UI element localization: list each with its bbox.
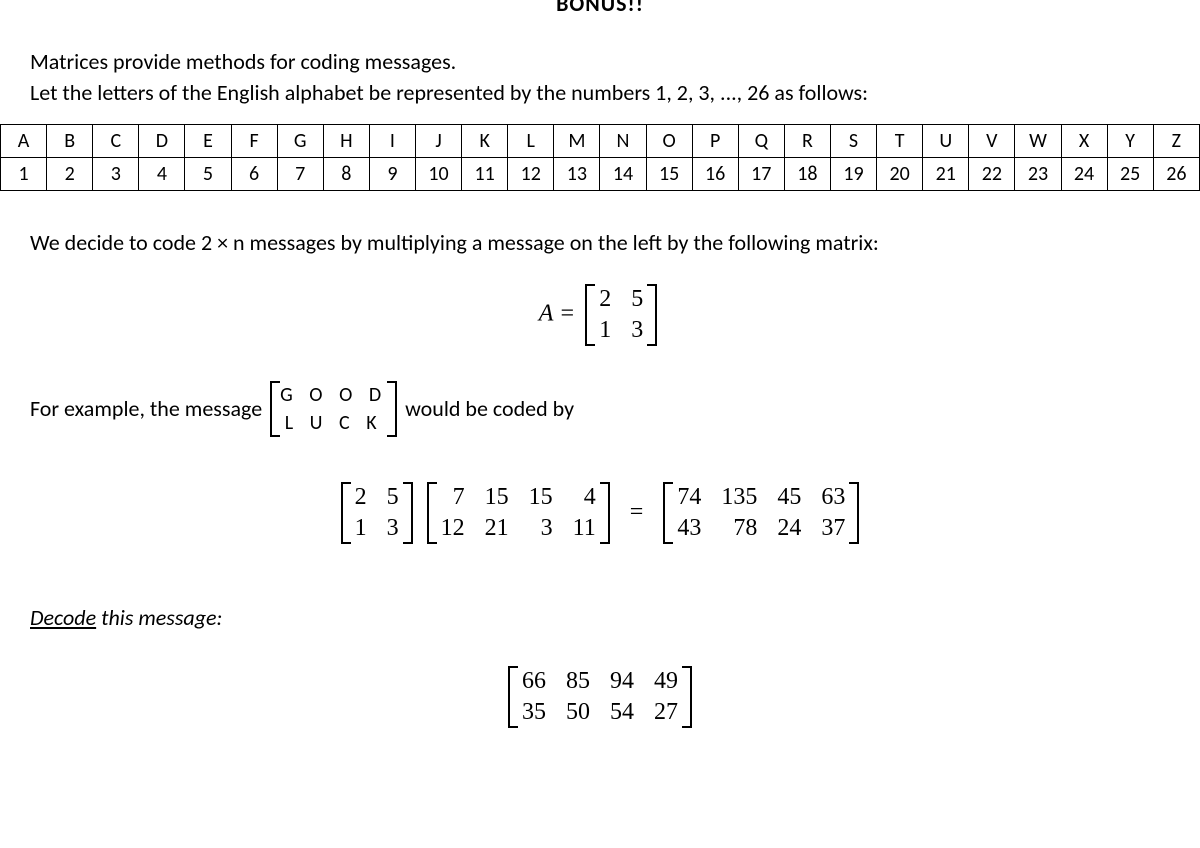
decode-word: Decode bbox=[30, 604, 96, 631]
word-matrix: G O O D L U C K bbox=[270, 381, 397, 437]
decode-rest: this message: bbox=[96, 604, 222, 631]
alphabet-letters-row: ABCDEFGHIJKLMNOPQRSTUVWXYZ bbox=[1, 124, 1200, 157]
example-suffix: would be coded by bbox=[405, 395, 574, 422]
matrix-a-label: A = bbox=[539, 300, 575, 326]
calc-matrix-a: 25 13 bbox=[341, 482, 413, 544]
intro-line1: Matrices provide methods for coding mess… bbox=[30, 47, 1200, 78]
calc-matrix-result: 741354563 43782437 bbox=[663, 482, 859, 544]
alphabet-table: ABCDEFGHIJKLMNOPQRSTUVWXYZ 1234567891011… bbox=[0, 124, 1200, 191]
alphabet-numbers-row: 1234567891011121314151617181920212223242… bbox=[1, 157, 1200, 190]
decode-matrix: 66859449 35505427 bbox=[508, 666, 692, 728]
encode-text: We decide to code 2 × n messages by mult… bbox=[30, 226, 1170, 259]
matrix-a: 25 13 bbox=[585, 284, 657, 346]
intro-line2: Let the letters of the English alphabet … bbox=[30, 78, 1200, 109]
intro-text: Matrices provide methods for coding mess… bbox=[30, 47, 1200, 109]
matrix-a-definition: A = 25 13 bbox=[0, 284, 1200, 346]
decode-matrix-block: 66859449 35505427 bbox=[0, 666, 1200, 728]
equals-sign: = bbox=[630, 499, 644, 526]
calculation-row: 25 13 715154 1221311 = 741354563 4378243… bbox=[0, 482, 1200, 544]
example-row: For example, the message G O O D L U C K… bbox=[30, 381, 1170, 437]
decode-prompt: Decode this message: bbox=[30, 604, 1170, 631]
calc-matrix-msg: 715154 1221311 bbox=[427, 482, 610, 544]
bonus-heading: BONUS!! bbox=[0, 0, 1200, 17]
example-prefix: For example, the message bbox=[30, 395, 262, 422]
